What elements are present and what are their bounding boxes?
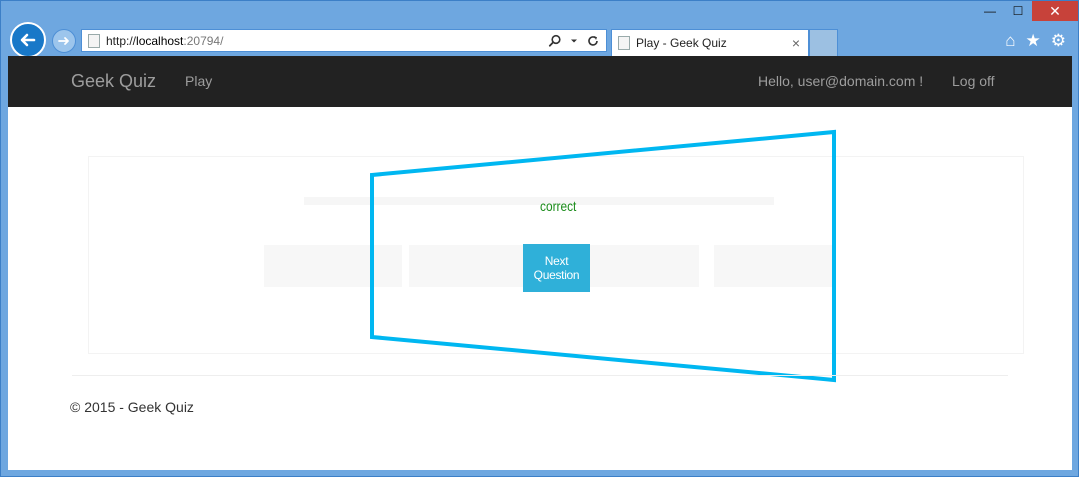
tab-active[interactable]: Play - Geek Quiz × xyxy=(611,29,809,56)
tab-page-icon xyxy=(618,36,630,50)
maximize-button[interactable]: ☐ xyxy=(1004,1,1032,21)
next-question-button[interactable]: Next Question xyxy=(523,244,590,292)
new-tab-button[interactable] xyxy=(809,29,838,56)
browser-toolbar-icons: ⌂ ★ ⚙ xyxy=(1005,31,1066,51)
arrow-left-icon xyxy=(20,33,36,47)
browser-titlebar: http://localhost:20794/ Play - Geek Quiz xyxy=(1,1,1078,58)
settings-gear-icon[interactable]: ⚙ xyxy=(1051,31,1066,51)
back-button[interactable] xyxy=(10,22,46,58)
favorites-star-icon[interactable]: ★ xyxy=(1026,31,1041,51)
flip-card-frame xyxy=(370,129,836,383)
search-icon[interactable] xyxy=(548,34,562,48)
page-content: Geek Quiz Play Hello, user@domain.com ! … xyxy=(8,56,1072,470)
address-url[interactable]: http://localhost:20794/ xyxy=(106,34,548,48)
window-controls: — ☐ ✕ xyxy=(976,1,1078,21)
address-rest: :20794/ xyxy=(183,33,224,48)
address-prefix: http:// xyxy=(106,33,137,48)
refresh-icon[interactable] xyxy=(586,34,600,48)
footer-divider xyxy=(72,375,1008,376)
address-bar[interactable]: http://localhost:20794/ xyxy=(81,29,607,52)
close-window-button[interactable]: ✕ xyxy=(1032,1,1078,21)
footer-copyright: © 2015 - Geek Quiz xyxy=(70,399,194,415)
tab-title: Play - Geek Quiz xyxy=(636,36,727,50)
forward-button[interactable] xyxy=(52,29,76,53)
page-icon xyxy=(88,33,100,48)
address-host: localhost xyxy=(136,33,184,48)
arrow-right-icon xyxy=(58,37,69,45)
minimize-button[interactable]: — xyxy=(976,1,1004,21)
answer-result-text: correct xyxy=(540,198,577,214)
home-icon[interactable]: ⌂ xyxy=(1005,31,1015,51)
browser-window: http://localhost:20794/ Play - Geek Quiz xyxy=(0,0,1079,477)
dropdown-arrow-icon[interactable] xyxy=(570,37,578,45)
tab-close-icon[interactable]: × xyxy=(788,35,804,51)
